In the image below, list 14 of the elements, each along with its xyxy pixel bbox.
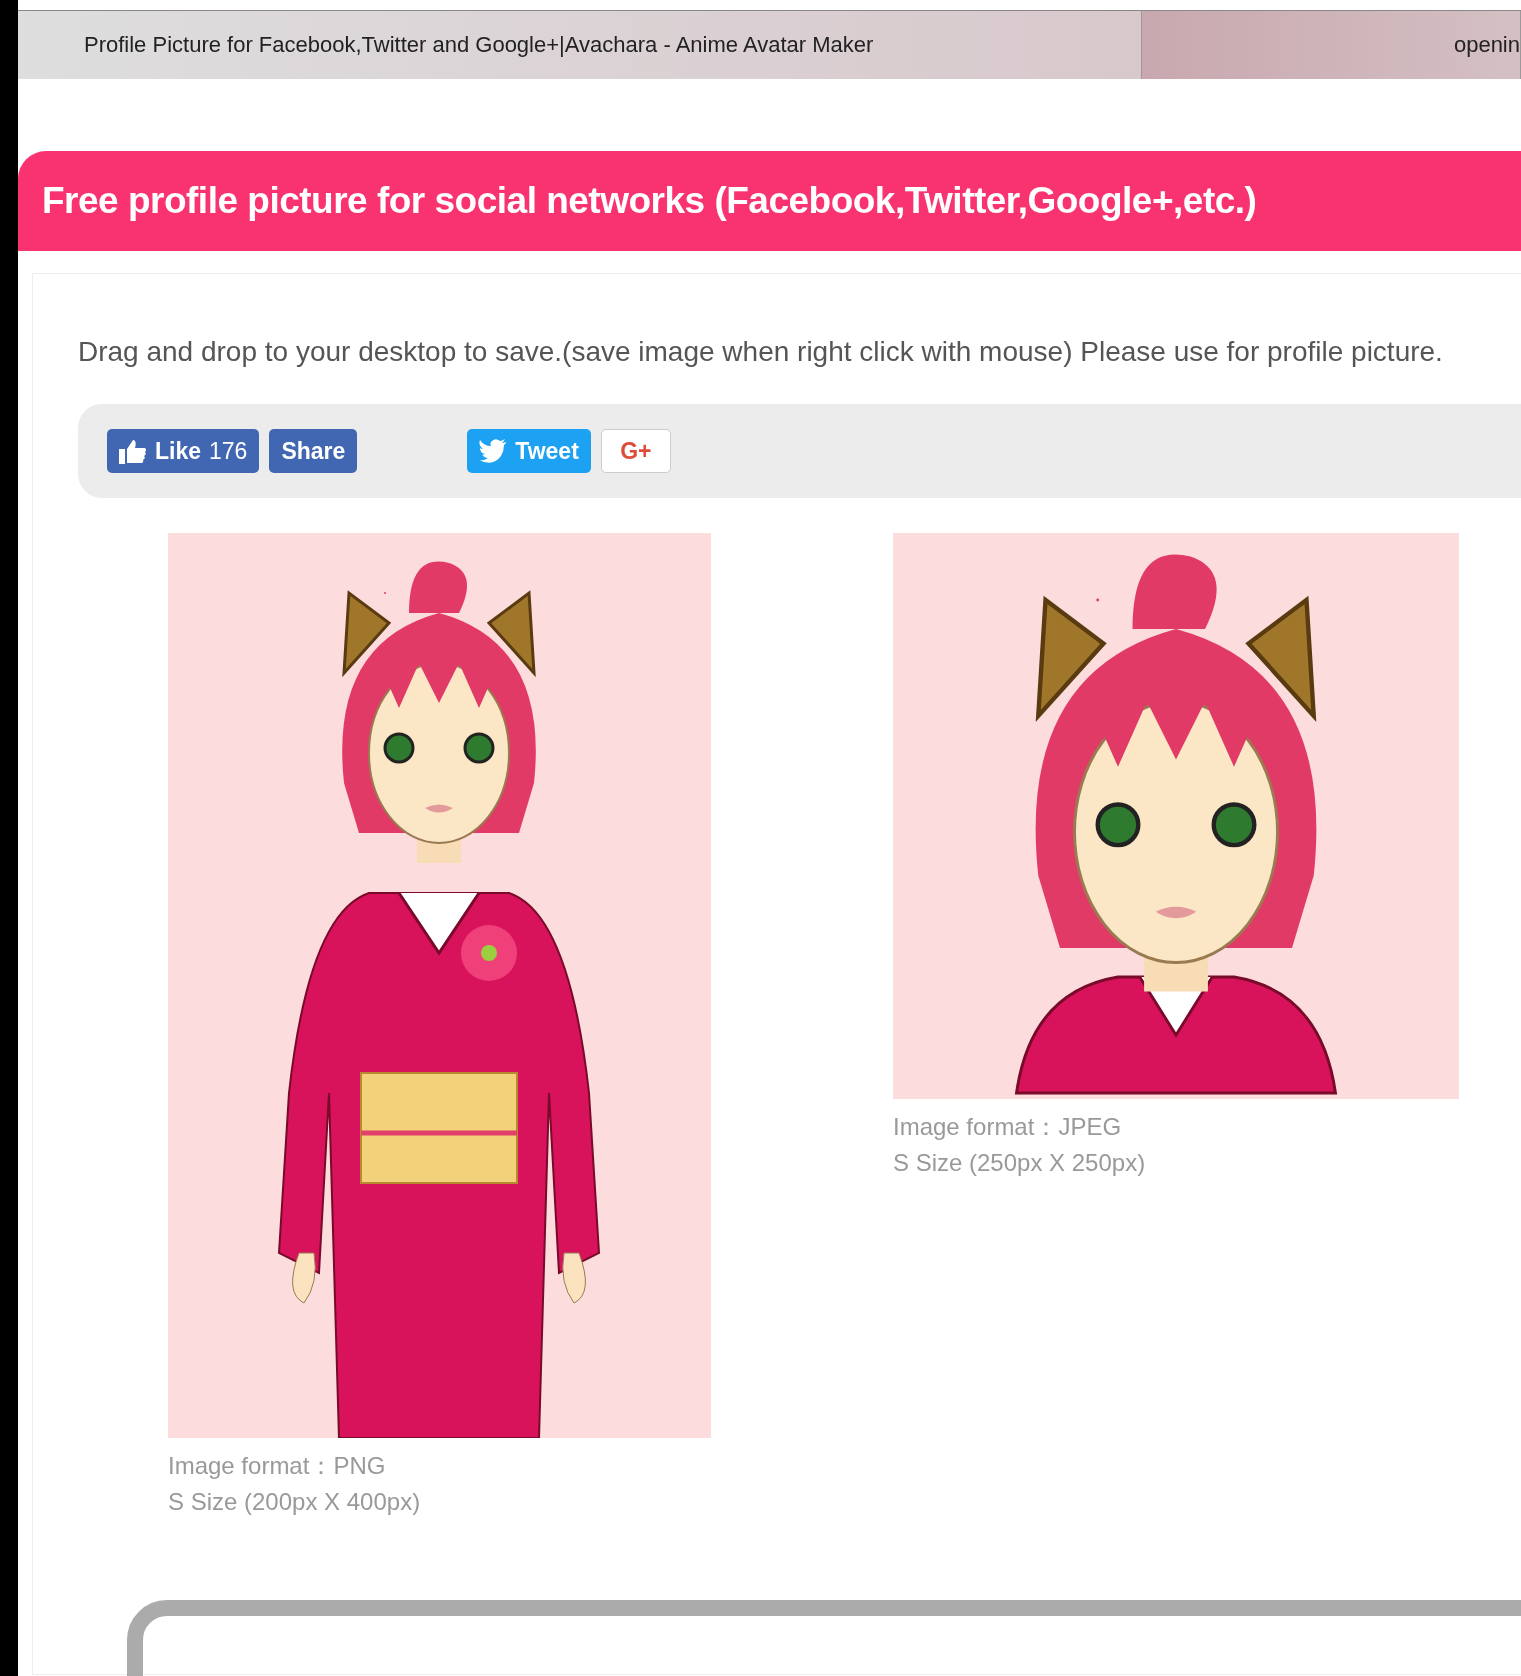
image-size-text: S Size (250px X 250px) [893,1148,1147,1178]
image-size-text: S Size (200px X 400px) [168,1487,422,1517]
browser-tab[interactable]: openin [1142,11,1521,79]
instructions-text: Drag and drop to your desktop to save.(save image when right click with mouse) Please use for profile picture. [78,335,1444,369]
share-button[interactable]: Share [269,429,358,473]
like-button[interactable]: Like 176 [107,429,260,473]
thumbs-up-icon [119,438,147,464]
header-title: Free profile picture for social networks (Facebook,Twitter,Google+,etc.) [42,180,1257,222]
bird-icon [479,439,508,463]
gplus-button[interactable]: G+ [600,429,671,473]
image-format-text: Image format：PNG [168,1451,387,1481]
tweet-button[interactable]: Tweet [467,429,591,473]
browser-tab[interactable]: Profile Picture for Facebook,Twitter and Google+|Avachara - Anime Avatar Maker [18,11,1142,79]
image-format-text: Image format：JPEG [893,1112,1123,1142]
